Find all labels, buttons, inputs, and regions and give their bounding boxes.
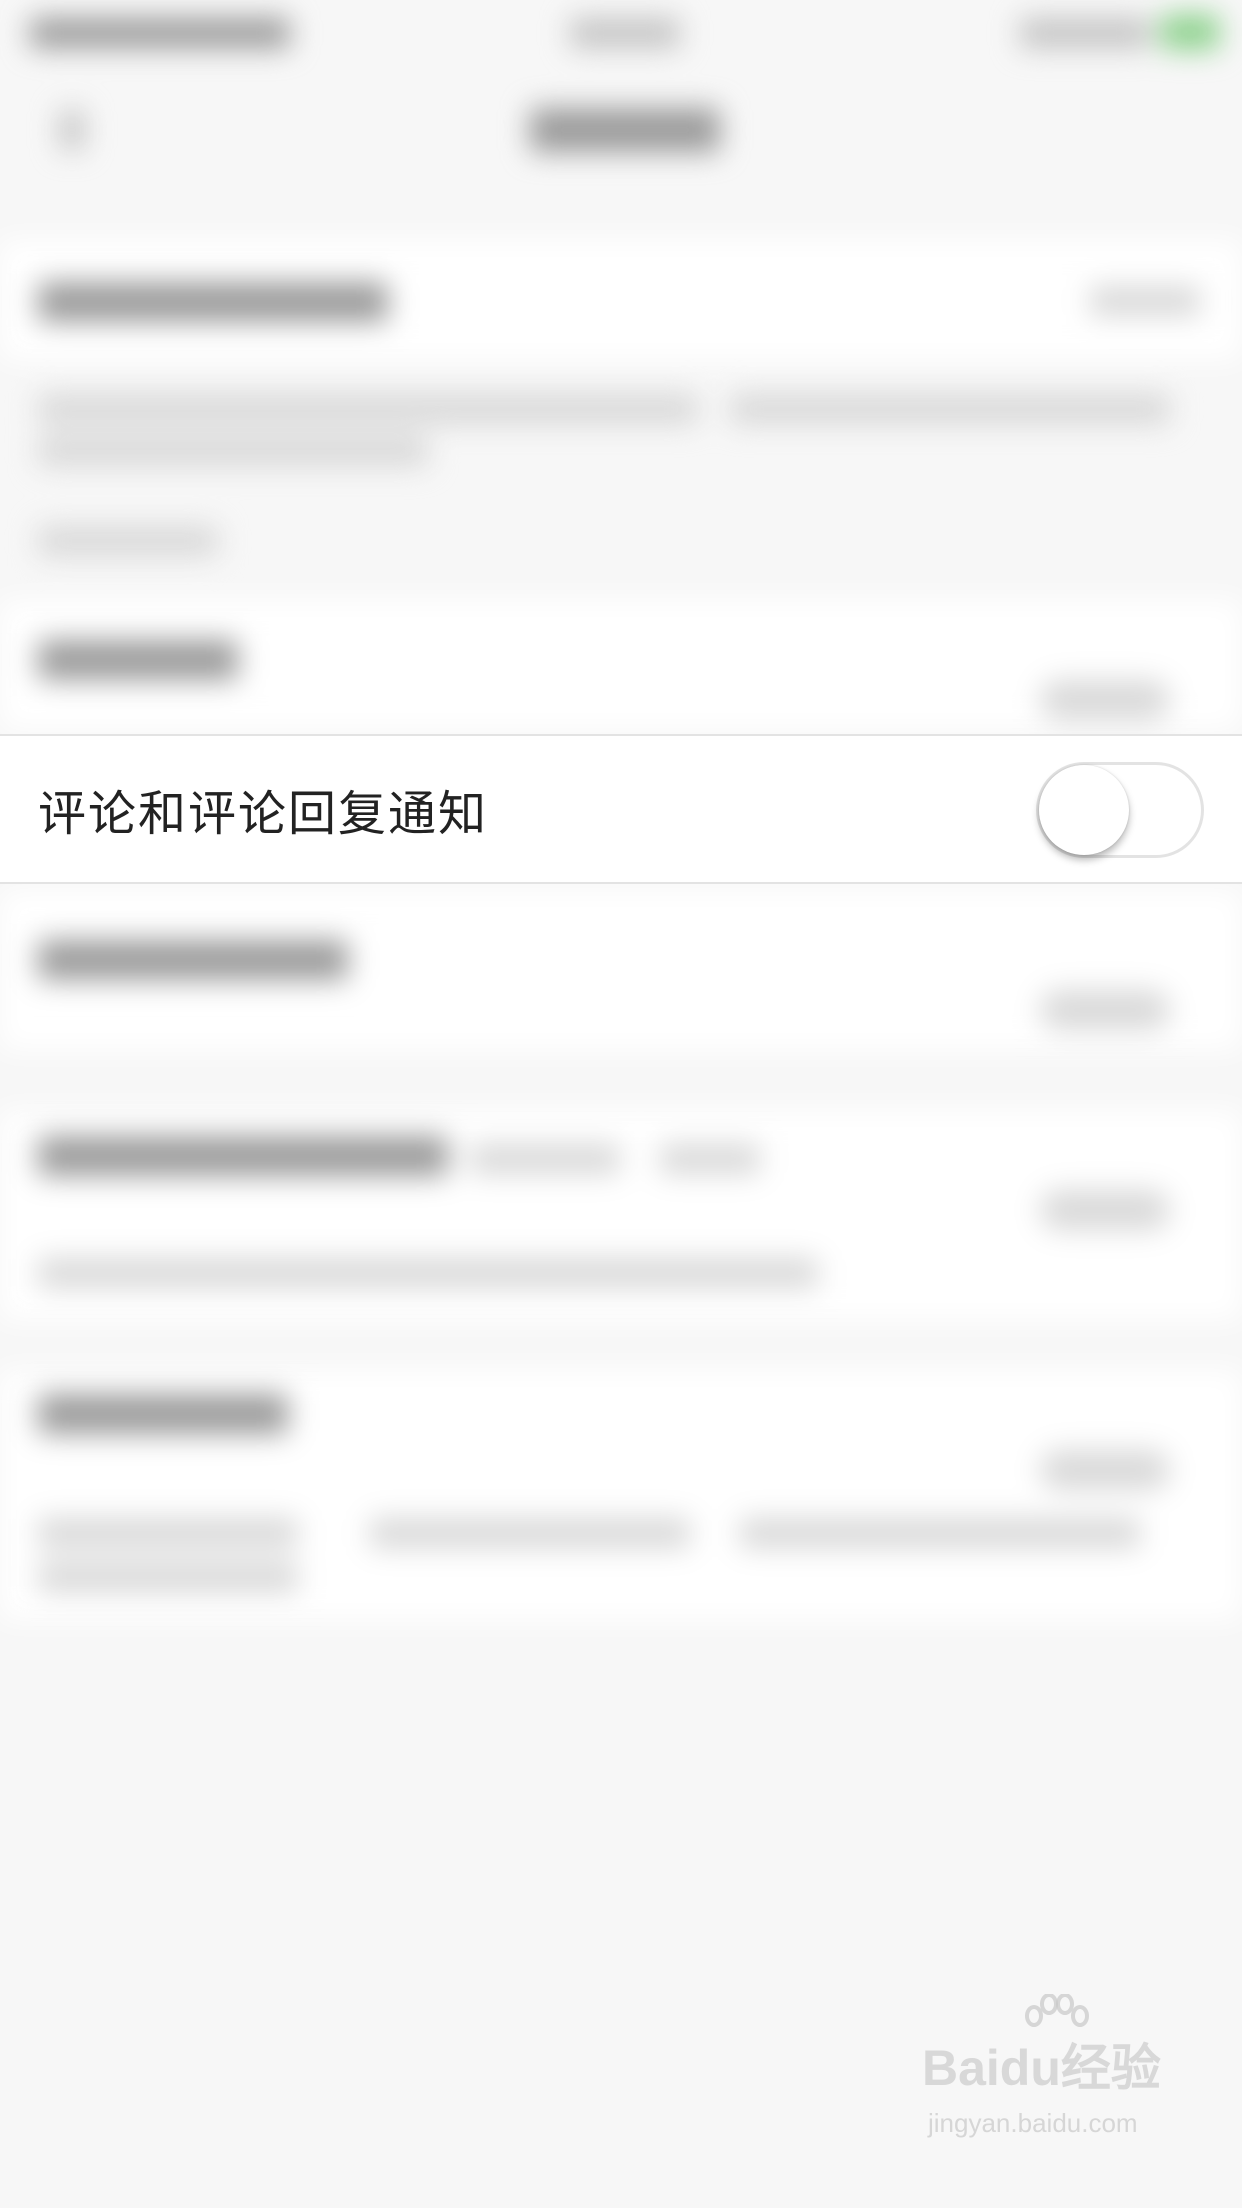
- row-5-title: [38, 1394, 288, 1434]
- settings-screen: 评论和评论回复通知 Baidu经验 jingyan.baidu.com: [0, 0, 1242, 2208]
- back-icon: [60, 110, 84, 150]
- status-bar-carrier: [30, 18, 290, 48]
- comment-notification-label: 评论和评论回复通知: [38, 786, 489, 842]
- battery-icon: [1160, 14, 1220, 50]
- row-3-title: [38, 940, 348, 980]
- watermark-logo: Baidu经验: [922, 2040, 1161, 2096]
- blurred-background: [0, 0, 1242, 2208]
- comment-notification-toggle[interactable]: [1036, 762, 1204, 858]
- status-bar-time: [570, 18, 680, 48]
- watermark-url: jingyan.baidu.com: [928, 2108, 1138, 2138]
- comment-notification-row[interactable]: 评论和评论回复通知: [0, 734, 1242, 884]
- nav-title: [530, 108, 720, 152]
- row-4-title: [38, 1136, 448, 1176]
- row-1-title: [38, 282, 388, 322]
- status-bar-icons: [1020, 18, 1150, 48]
- toggle-knob: [1039, 765, 1129, 855]
- row-2-title: [38, 640, 238, 680]
- row-1-value: [1090, 286, 1200, 316]
- baidu-jingyan-watermark: Baidu经验 jingyan.baidu.com: [922, 1994, 1172, 2168]
